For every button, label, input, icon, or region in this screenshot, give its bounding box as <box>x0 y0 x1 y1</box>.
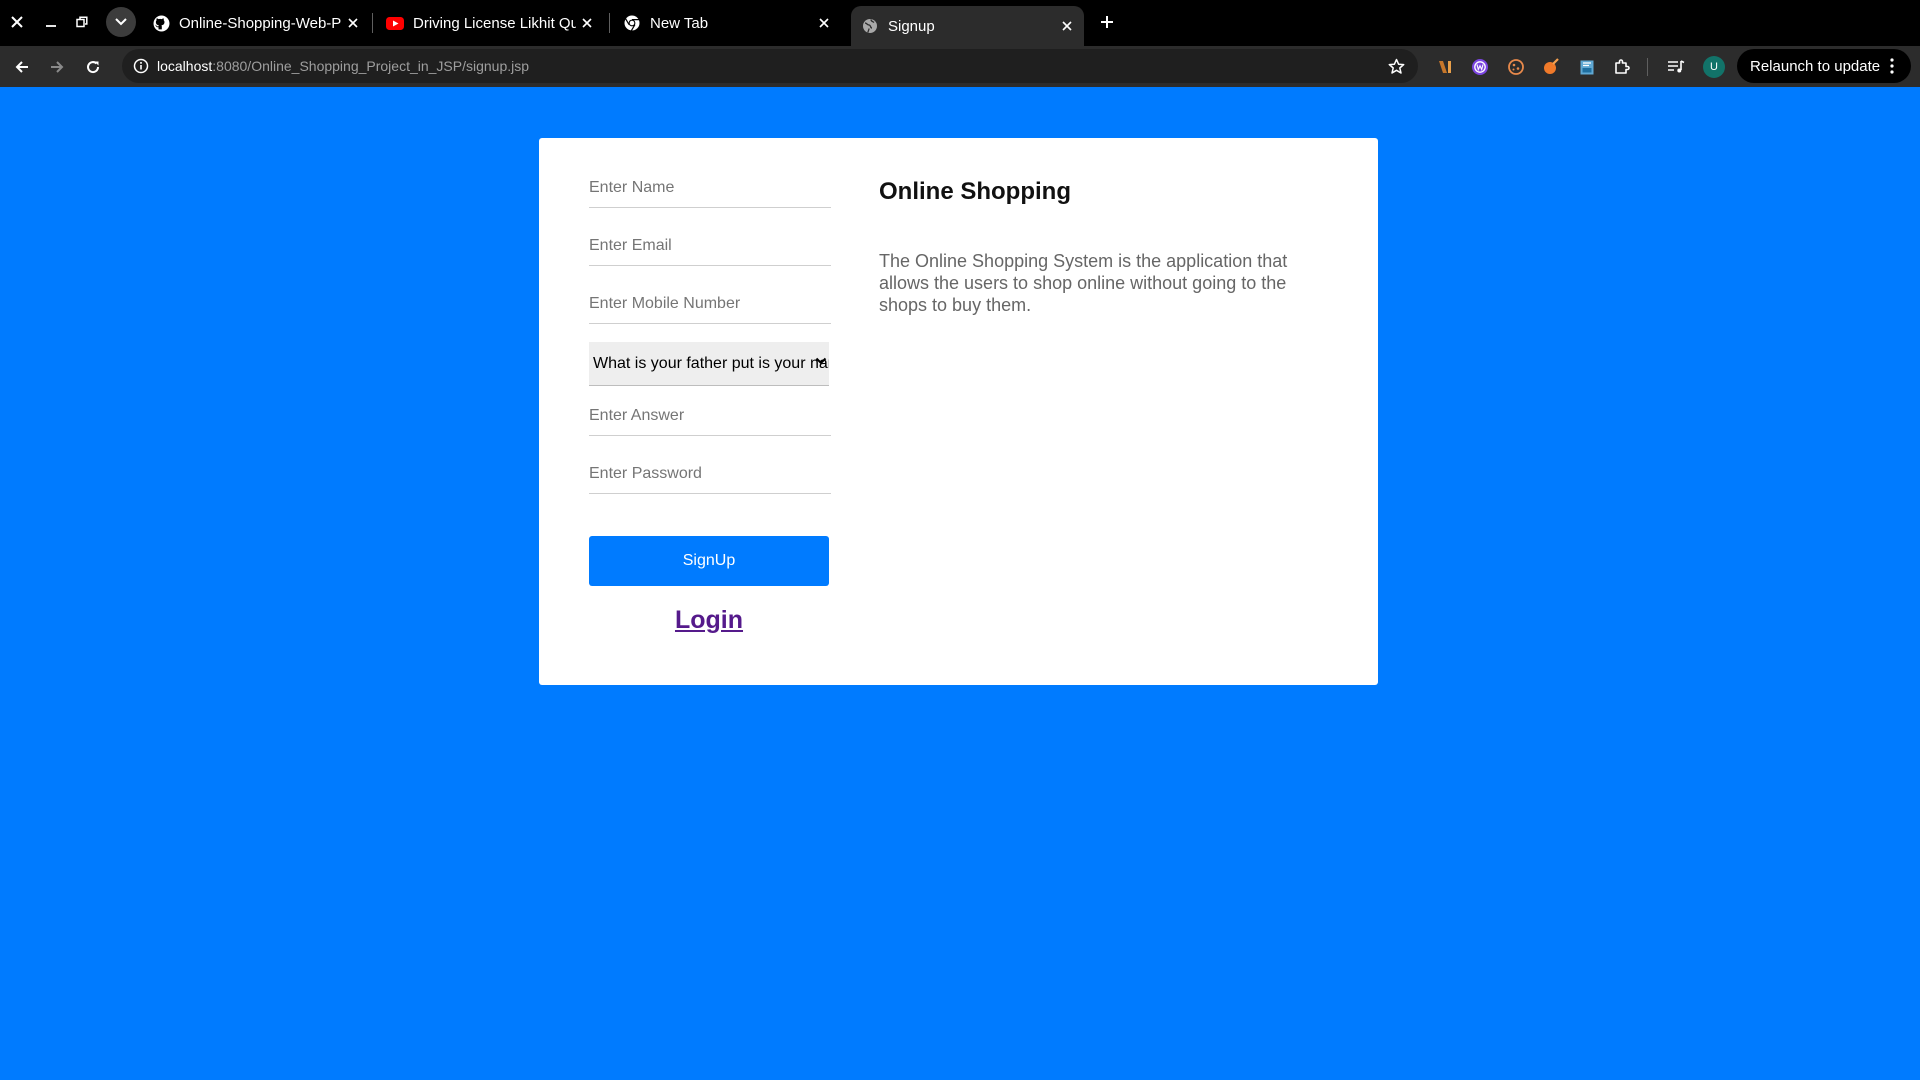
description-text: The Online Shopping System is the applic… <box>879 251 1288 315</box>
browser-toolbar: localhost:8080/Online_Shopping_Project_i… <box>0 46 1920 87</box>
forward-button[interactable] <box>42 52 72 82</box>
url-text[interactable]: localhost:8080/Online_Shopping_Project_i… <box>157 58 529 74</box>
arrow-left-icon <box>15 61 28 73</box>
tab-title: Online-Shopping-Web-P <box>179 14 342 32</box>
tab-title: New Tab <box>650 14 709 32</box>
email-input[interactable] <box>589 226 831 266</box>
login-link[interactable]: Login <box>589 606 829 635</box>
signup-card: What is your father put is your name? Si… <box>539 138 1378 685</box>
tab-youtube[interactable]: Driving License Likhit Qu <box>376 6 604 40</box>
extension-reader-mode-icon[interactable] <box>1576 56 1598 78</box>
bookmark-star-icon[interactable] <box>1384 54 1408 78</box>
address-bar[interactable]: localhost:8080/Online_Shopping_Project_i… <box>122 49 1418 83</box>
arrow-right-icon <box>51 61 64 73</box>
close-icon[interactable] <box>576 12 598 34</box>
tab-strip: Online-Shopping-Web-P Driving License Li… <box>0 0 1920 46</box>
reload-icon <box>87 61 100 74</box>
info-panel: Online Shopping The Online Shopping Syst… <box>879 178 1329 316</box>
name-input[interactable] <box>589 168 831 208</box>
extension-cookie-icon[interactable] <box>1505 56 1527 78</box>
tab-separator <box>372 13 373 33</box>
chevron-down-icon <box>815 357 827 365</box>
tab-separator <box>609 13 610 33</box>
window-restore-icon[interactable] <box>69 9 95 35</box>
globe-icon <box>861 17 879 35</box>
reload-button[interactable] <box>78 52 108 82</box>
toolbar-separator <box>1647 58 1648 76</box>
plus-icon <box>1101 16 1113 28</box>
extension-w-icon[interactable] <box>1469 56 1491 78</box>
tab-new-tab[interactable]: New Tab <box>613 6 841 40</box>
extension-brush-icon[interactable] <box>1540 56 1562 78</box>
site-info-icon[interactable] <box>128 53 154 79</box>
mobile-number-input[interactable] <box>589 284 831 324</box>
relaunch-update-button[interactable]: Relaunch to update <box>1737 49 1911 83</box>
window-close-icon[interactable] <box>4 9 30 35</box>
url-path: :8080/Online_Shopping_Project_in_JSP/sig… <box>212 58 530 74</box>
tab-search-button[interactable] <box>106 7 136 37</box>
back-button[interactable] <box>7 52 37 82</box>
answer-input[interactable] <box>589 396 831 436</box>
more-vertical-icon[interactable] <box>1883 56 1901 76</box>
extension-reader-icon[interactable] <box>1434 56 1456 78</box>
password-input[interactable] <box>589 454 831 494</box>
tab-github[interactable]: Online-Shopping-Web-P <box>142 6 370 40</box>
close-icon[interactable] <box>813 12 835 34</box>
chrome-icon <box>623 14 641 32</box>
close-icon[interactable] <box>1056 15 1078 37</box>
youtube-icon <box>386 14 404 32</box>
url-host: localhost <box>157 58 213 74</box>
profile-avatar[interactable]: U <box>1703 56 1725 78</box>
new-tab-button[interactable] <box>1094 9 1120 35</box>
page-title: Online Shopping <box>879 178 1071 205</box>
tab-signup[interactable]: Signup <box>851 6 1084 46</box>
github-icon <box>152 14 170 32</box>
security-question-select[interactable]: What is your father put is your name? <box>589 342 829 386</box>
signup-button[interactable]: SignUp <box>589 536 829 586</box>
tab-title: Signup <box>888 17 935 35</box>
close-icon[interactable] <box>342 12 364 34</box>
extensions-puzzle-icon[interactable] <box>1611 56 1633 78</box>
relaunch-label: Relaunch to update <box>1750 57 1881 75</box>
security-question-value: What is your father put is your name? <box>593 354 829 372</box>
tab-title: Driving License Likhit Qu <box>413 14 576 32</box>
window-minimize-icon[interactable] <box>38 9 64 35</box>
media-controls-icon[interactable] <box>1665 56 1687 78</box>
chevron-down-icon <box>115 18 127 26</box>
